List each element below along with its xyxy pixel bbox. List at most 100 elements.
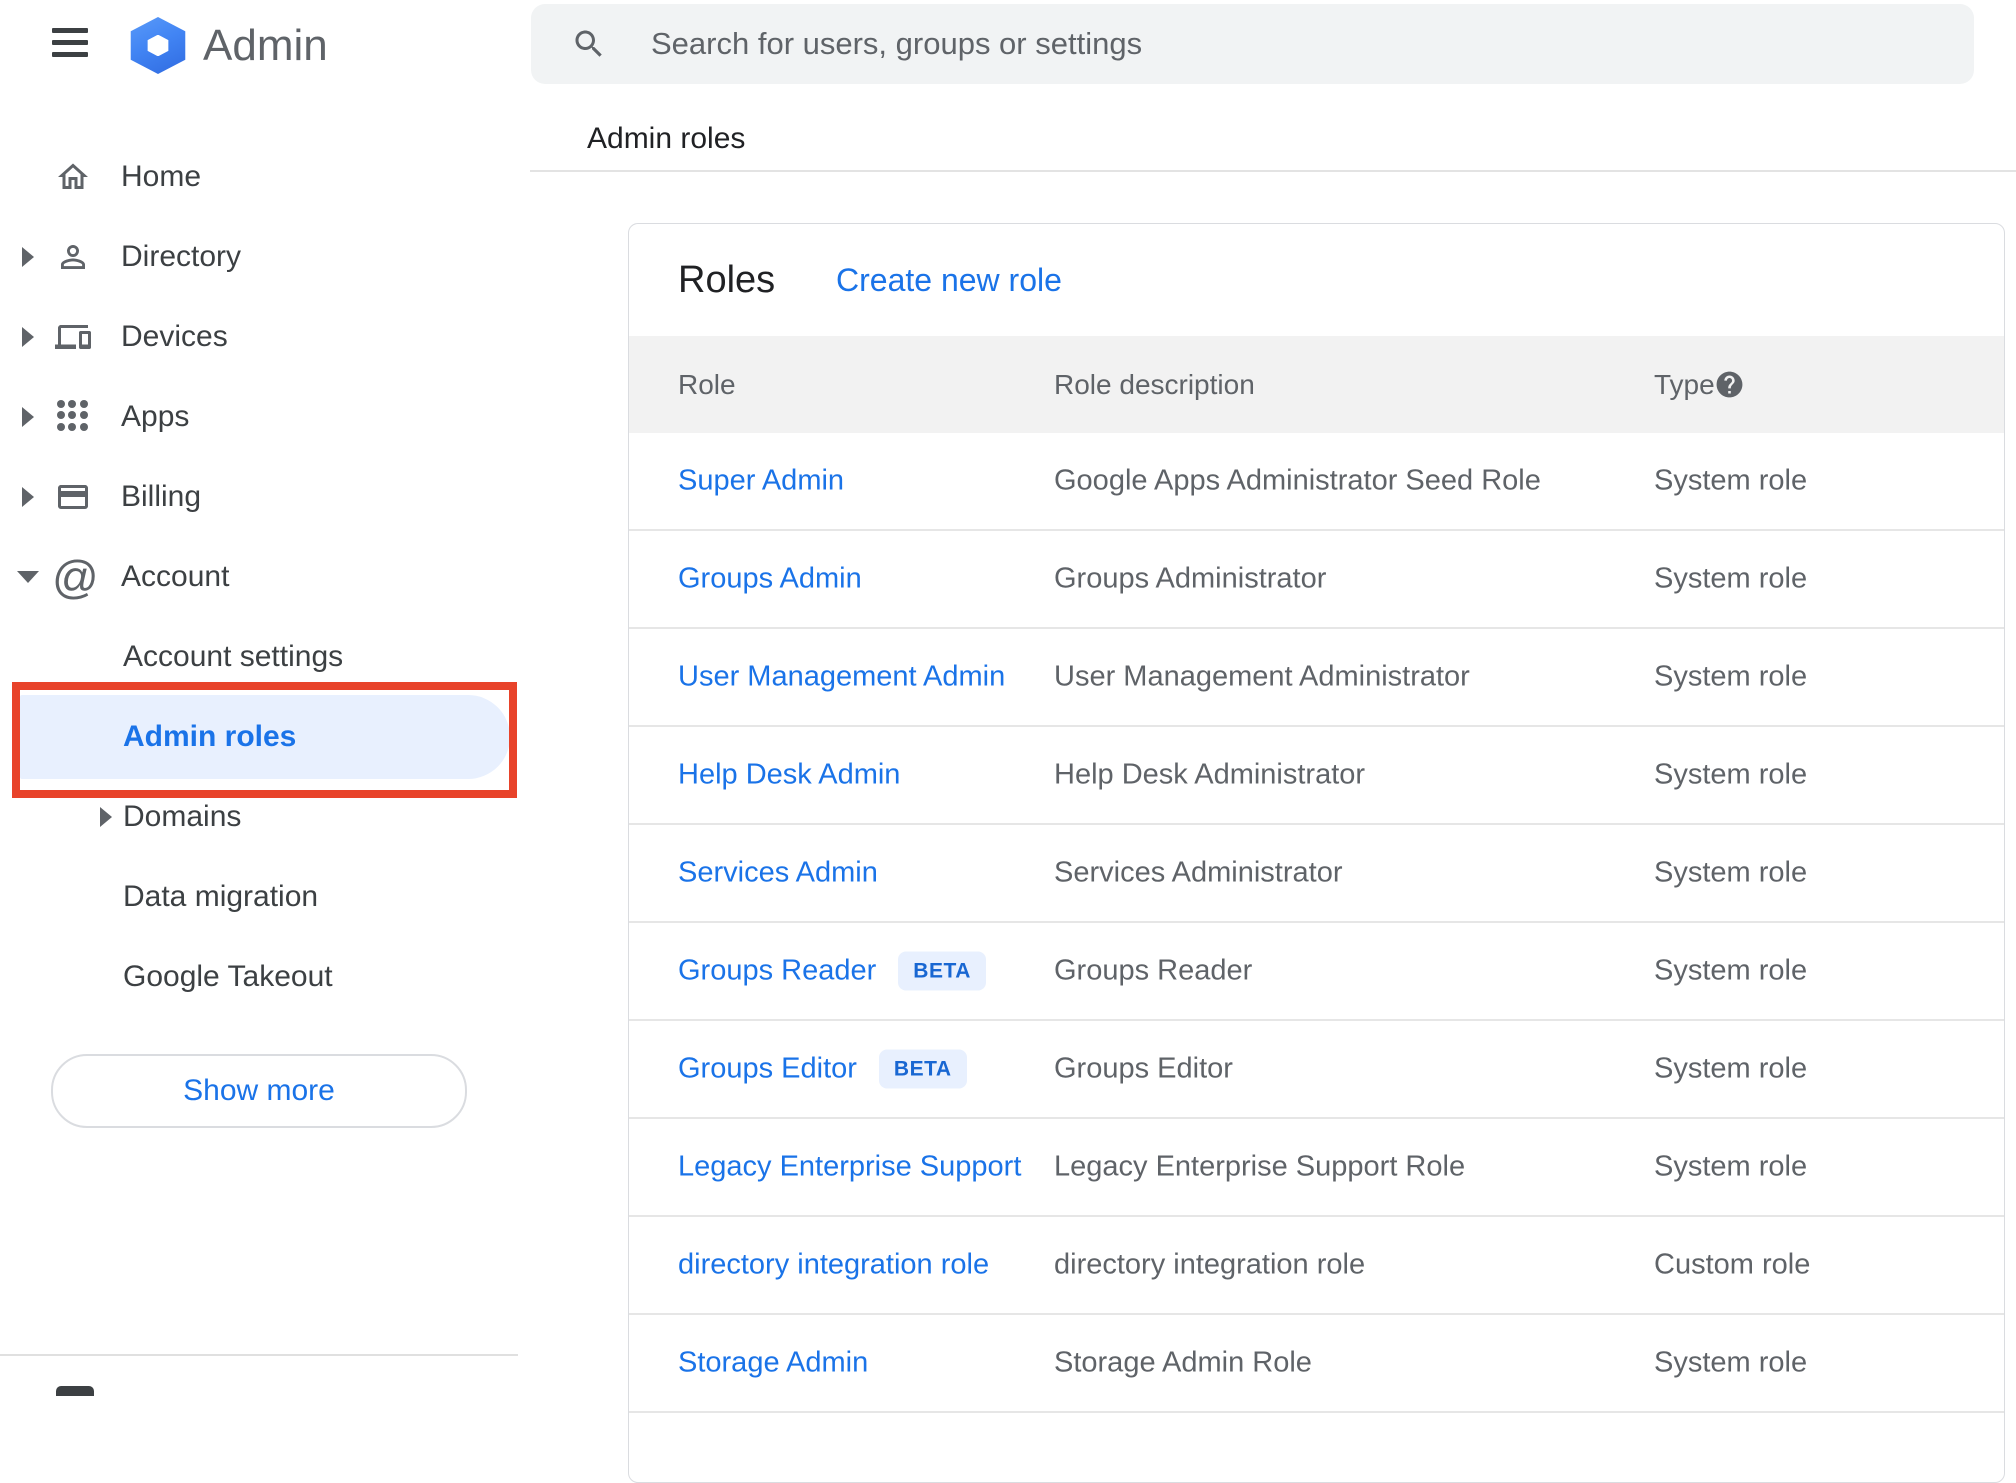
sidebar-item-label: Google Takeout xyxy=(123,960,333,993)
sidebar: Admin Home Directory Devices Apps Billin… xyxy=(0,0,528,1396)
admin-logo-icon[interactable] xyxy=(127,17,189,74)
show-more-label: Show more xyxy=(183,1074,335,1107)
sidebar-item-label: Apps xyxy=(121,400,190,433)
menu-icon[interactable] xyxy=(52,28,88,58)
credit-card-icon xyxy=(55,479,91,515)
expand-arrow-icon[interactable] xyxy=(16,403,40,431)
role-description: Groups Editor xyxy=(1054,1052,1233,1085)
sidebar-divider xyxy=(0,1354,518,1356)
role-type: Custom role xyxy=(1654,1248,1811,1281)
role-description: Groups Administrator xyxy=(1054,562,1327,595)
table-body: Super Admin Google Apps Administrator Se… xyxy=(629,433,2004,1413)
sidebar-nav: Home Directory Devices Apps Billing @ Ac… xyxy=(0,137,528,1017)
table-row: Legacy Enterprise Support Legacy Enterpr… xyxy=(629,1119,2004,1217)
beta-badge: BETA xyxy=(878,1049,967,1089)
show-more-button[interactable]: Show more xyxy=(51,1054,467,1128)
column-header-type: Type xyxy=(1654,369,1715,400)
sidebar-item-label: Directory xyxy=(121,240,242,273)
role-type: System role xyxy=(1654,464,1808,497)
sidebar-item-label: Admin roles xyxy=(123,720,297,753)
page-title: Roles xyxy=(678,259,776,301)
at-sign-icon: @ xyxy=(52,551,99,603)
sidebar-item-admin-roles[interactable]: Admin roles xyxy=(0,682,528,798)
sidebar-item-data-migration[interactable]: Data migration xyxy=(0,857,528,937)
search-bar[interactable] xyxy=(531,4,1974,84)
role-link[interactable]: Groups Editor xyxy=(678,1053,857,1086)
column-header-role: Role xyxy=(678,369,736,400)
role-description: User Management Administrator xyxy=(1054,660,1470,693)
role-type: System role xyxy=(1654,1052,1808,1085)
header-divider xyxy=(530,170,2016,172)
sidebar-item-label: Account settings xyxy=(123,640,344,673)
role-description: Groups Reader xyxy=(1054,954,1253,987)
sidebar-item-directory[interactable]: Directory xyxy=(0,217,528,297)
expand-arrow-icon[interactable] xyxy=(16,483,40,511)
role-description: Services Administrator xyxy=(1054,856,1343,889)
role-link[interactable]: directory integration role xyxy=(678,1249,989,1282)
sidebar-item-apps[interactable]: Apps xyxy=(0,377,528,457)
table-row: Super Admin Google Apps Administrator Se… xyxy=(629,433,2004,531)
table-row: Help Desk Admin Help Desk Administrator … xyxy=(629,727,2004,825)
clipped-bottom-icon xyxy=(56,1386,94,1396)
role-link[interactable]: Super Admin xyxy=(678,465,844,498)
sidebar-item-label: Account xyxy=(121,560,230,593)
roles-card: Roles Create new role Role Role descript… xyxy=(628,223,2005,1483)
role-type: System role xyxy=(1654,1150,1808,1183)
role-link[interactable]: Storage Admin xyxy=(678,1347,868,1380)
person-icon xyxy=(55,239,91,275)
search-icon xyxy=(571,26,607,62)
main-area: Admin roles Roles Create new role Role R… xyxy=(528,0,2016,1483)
table-header: Role Role description Type xyxy=(629,336,2004,433)
sidebar-item-billing[interactable]: Billing xyxy=(0,457,528,537)
help-icon[interactable] xyxy=(1714,369,1745,400)
devices-icon xyxy=(55,319,91,355)
sidebar-item-account-settings[interactable]: Account settings xyxy=(0,617,528,697)
table-row: User Management Admin User Management Ad… xyxy=(629,629,2004,727)
sidebar-item-label: Billing xyxy=(121,480,202,513)
sidebar-item-devices[interactable]: Devices xyxy=(0,297,528,377)
table-row: Services Admin Services Administrator Sy… xyxy=(629,825,2004,923)
sidebar-item-google-takeout[interactable]: Google Takeout xyxy=(0,937,528,1017)
sidebar-item-label: Home xyxy=(121,160,202,193)
column-header-description: Role description xyxy=(1054,369,1255,400)
role-link[interactable]: Services Admin xyxy=(678,857,878,890)
roles-card-header: Roles Create new role xyxy=(629,224,2004,336)
role-link[interactable]: Groups Admin xyxy=(678,563,862,596)
home-icon xyxy=(55,159,91,195)
role-type: System role xyxy=(1654,954,1808,987)
sidebar-header: Admin xyxy=(0,0,528,92)
beta-badge: BETA xyxy=(898,951,986,991)
role-link[interactable]: Legacy Enterprise Support xyxy=(678,1151,1021,1184)
role-type: System role xyxy=(1654,1346,1808,1379)
role-link[interactable]: Help Desk Admin xyxy=(678,759,900,792)
role-description: Legacy Enterprise Support Role xyxy=(1054,1150,1466,1183)
expand-arrow-icon[interactable] xyxy=(16,243,40,271)
role-type: System role xyxy=(1654,660,1808,693)
role-type: System role xyxy=(1654,758,1808,791)
role-type: System role xyxy=(1654,562,1808,595)
table-row: Groups Editor BETA Groups Editor System … xyxy=(629,1021,2004,1119)
role-description: directory integration role xyxy=(1054,1248,1366,1281)
table-row: Groups Reader BETA Groups Reader System … xyxy=(629,923,2004,1021)
sidebar-item-label: Devices xyxy=(121,320,228,353)
role-description: Storage Admin Role xyxy=(1054,1346,1312,1379)
sidebar-item-account[interactable]: @ Account xyxy=(0,537,528,617)
role-description: Google Apps Administrator Seed Role xyxy=(1054,464,1541,497)
create-new-role-link[interactable]: Create new role xyxy=(836,224,1062,336)
role-link[interactable]: User Management Admin xyxy=(678,661,1005,694)
role-type: System role xyxy=(1654,856,1808,889)
sidebar-item-home[interactable]: Home xyxy=(0,137,528,217)
expand-arrow-icon[interactable] xyxy=(94,803,118,831)
role-link[interactable]: Groups Reader xyxy=(678,955,876,988)
sidebar-item-label: Domains xyxy=(123,800,242,833)
search-input[interactable] xyxy=(649,25,1974,63)
table-row: directory integration role directory int… xyxy=(629,1217,2004,1315)
table-row: Storage Admin Storage Admin Role System … xyxy=(629,1315,2004,1413)
sidebar-item-label: Data migration xyxy=(123,880,319,913)
breadcrumb: Admin roles xyxy=(587,122,746,155)
sidebar-item-domains[interactable]: Domains xyxy=(0,777,528,857)
product-name: Admin xyxy=(203,21,328,70)
expand-arrow-icon[interactable] xyxy=(16,323,40,351)
role-description: Help Desk Administrator xyxy=(1054,758,1366,791)
collapse-arrow-icon[interactable] xyxy=(16,563,40,591)
